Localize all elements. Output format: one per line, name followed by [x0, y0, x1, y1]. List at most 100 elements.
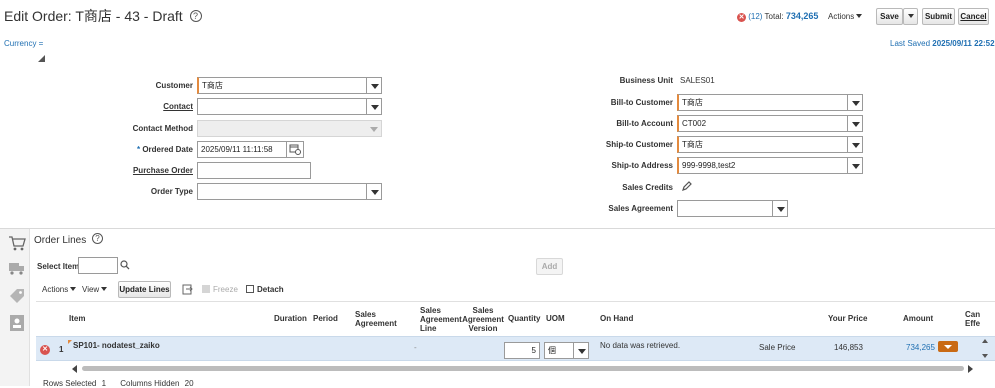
truck-icon[interactable] [8, 260, 26, 276]
help-icon[interactable]: ? [189, 10, 202, 22]
scroll-up-icon[interactable] [982, 339, 988, 343]
row-on-hand: No data was retrieved. [600, 341, 681, 350]
column-header-period[interactable]: Period [313, 314, 338, 323]
row-uom-dropdown[interactable] [573, 342, 589, 359]
column-header-item[interactable]: Item [69, 314, 85, 323]
pencil-icon[interactable] [681, 180, 693, 192]
row-item[interactable]: SP101- nodatest_zaiko [73, 341, 160, 350]
column-header-on-hand[interactable]: On Hand [600, 314, 633, 323]
customer-field[interactable]: T商店 [197, 77, 367, 94]
column-header-sales-agreement[interactable]: Sales Agreement [355, 310, 401, 328]
page-title-text: Edit Order: T商店 - 43 - Draft [4, 8, 183, 24]
lines-actions-menu[interactable]: Actions [42, 285, 77, 294]
column-header-uom[interactable]: UOM [546, 314, 565, 323]
tag-icon[interactable] [8, 287, 26, 305]
cancel-button[interactable]: Cancel [958, 8, 989, 25]
column-header-amount[interactable]: Amount [903, 314, 933, 323]
bill-to-account-label: Bill-to Account [616, 119, 673, 128]
lines-view-menu[interactable]: View [82, 285, 108, 294]
required-marker [68, 340, 72, 344]
sales-agreement-label: Sales Agreement [608, 204, 673, 213]
scroll-left-icon[interactable] [72, 365, 77, 373]
ship-to-address-field[interactable]: 999-9998,test2 [677, 157, 848, 174]
scrollbar-thumb[interactable] [82, 366, 964, 371]
row-your-price: 146,853 [834, 343, 863, 352]
submit-button[interactable]: Submit [922, 8, 955, 25]
save-button[interactable]: Save [876, 8, 903, 25]
last-saved: Last Saved 2025/09/11 22:52:37 [890, 39, 995, 48]
order-type-field[interactable] [197, 183, 367, 200]
row-error-icon[interactable]: ✕ [40, 345, 50, 355]
chevron-down-icon [907, 14, 914, 18]
row-action-button[interactable] [938, 341, 958, 352]
purchase-order-field[interactable] [197, 162, 311, 179]
freeze-button[interactable]: Freeze [202, 285, 238, 294]
ordered-date-field[interactable]: 2025/09/11 11:11:58 [197, 141, 287, 158]
header-actions-menu[interactable]: Actions [828, 12, 863, 21]
row-amount[interactable]: 734,265 [906, 343, 935, 352]
contact-dropdown[interactable] [366, 98, 382, 115]
row-quantity-field[interactable]: 5 [504, 342, 540, 359]
required-marker: * [136, 145, 141, 154]
sales-agreement-dropdown[interactable] [772, 200, 788, 217]
column-header-can-effect[interactable]: Can Effe [965, 310, 993, 328]
columns-hidden-label: Columns Hidden [120, 379, 180, 388]
currency-link[interactable]: Currency = [4, 39, 43, 48]
side-panel [0, 229, 30, 386]
ship-to-customer-field[interactable]: T商店 [677, 136, 848, 153]
order-total: ✕ (12) Total: 734,265 [737, 11, 818, 22]
column-header-duration[interactable]: Duration [274, 314, 307, 323]
horizontal-scrollbar[interactable] [70, 364, 975, 373]
ship-to-address-label: Ship-to Address [611, 161, 673, 170]
detach-button[interactable]: Detach [246, 285, 284, 294]
sales-agreement-field[interactable] [677, 200, 773, 217]
column-header-quantity[interactable]: Quantity [508, 314, 540, 323]
bill-to-account-dropdown[interactable] [847, 115, 863, 132]
select-item-label: Select Item [37, 262, 80, 271]
bill-to-customer-dropdown[interactable] [847, 94, 863, 111]
error-icon[interactable]: ✕ [737, 13, 746, 22]
business-unit-value: SALES01 [680, 76, 715, 85]
calendar-button[interactable] [286, 141, 304, 158]
table-row[interactable]: ✕ 1 SP101- nodatest_zaiko - 5 個 No data … [36, 336, 995, 361]
freeze-label: Freeze [213, 285, 238, 294]
bill-to-account-field[interactable]: CT002 [677, 115, 848, 132]
help-icon[interactable]: ? [92, 233, 104, 244]
last-saved-label: Last Saved [890, 39, 931, 48]
ship-to-address-dropdown[interactable] [847, 157, 863, 174]
contact-field[interactable] [197, 98, 367, 115]
column-header-sales-agreement-version[interactable]: Sales Agreement Version [462, 306, 504, 333]
column-header-sales-agreement-line[interactable]: Sales Agreement Line [420, 306, 464, 333]
search-icon[interactable] [120, 260, 130, 270]
ordered-date-label: * Ordered Date [137, 145, 193, 154]
detach-icon [246, 285, 254, 293]
contact-method-field [197, 120, 367, 137]
lines-view-label: View [82, 285, 100, 294]
purchase-order-label: Purchase Order [132, 166, 193, 175]
order-type-dropdown[interactable] [366, 183, 382, 200]
lines-actions-label: Actions [42, 285, 69, 294]
business-unit-label: Business Unit [619, 76, 673, 85]
order-type-label: Order Type [150, 187, 193, 196]
error-count[interactable]: (12) [748, 12, 762, 21]
bill-to-customer-field[interactable]: T商店 [677, 94, 848, 111]
table-footer: Rows Selected 1 Columns Hidden 20 [43, 379, 194, 388]
scroll-right-icon[interactable] [968, 365, 973, 373]
customer-dropdown[interactable] [366, 77, 382, 94]
chevron-down-icon [944, 345, 952, 349]
collapse-icon[interactable] [38, 55, 45, 62]
update-lines-button[interactable]: Update Lines [118, 281, 171, 298]
contact-card-icon[interactable] [9, 314, 25, 332]
row-number: 1 [59, 345, 64, 354]
chevron-down-icon [70, 287, 77, 291]
add-button[interactable]: Add [536, 258, 563, 275]
ship-to-customer-dropdown[interactable] [847, 136, 863, 153]
column-header-your-price[interactable]: Your Price [828, 314, 867, 323]
total-value: 734,265 [785, 11, 819, 21]
save-menu-button[interactable] [903, 8, 918, 25]
scroll-down-icon[interactable] [982, 354, 988, 358]
export-icon[interactable] [182, 284, 193, 295]
select-item-field[interactable] [78, 257, 118, 274]
cart-icon[interactable] [8, 235, 26, 251]
row-uom-field[interactable]: 個 [544, 342, 574, 359]
